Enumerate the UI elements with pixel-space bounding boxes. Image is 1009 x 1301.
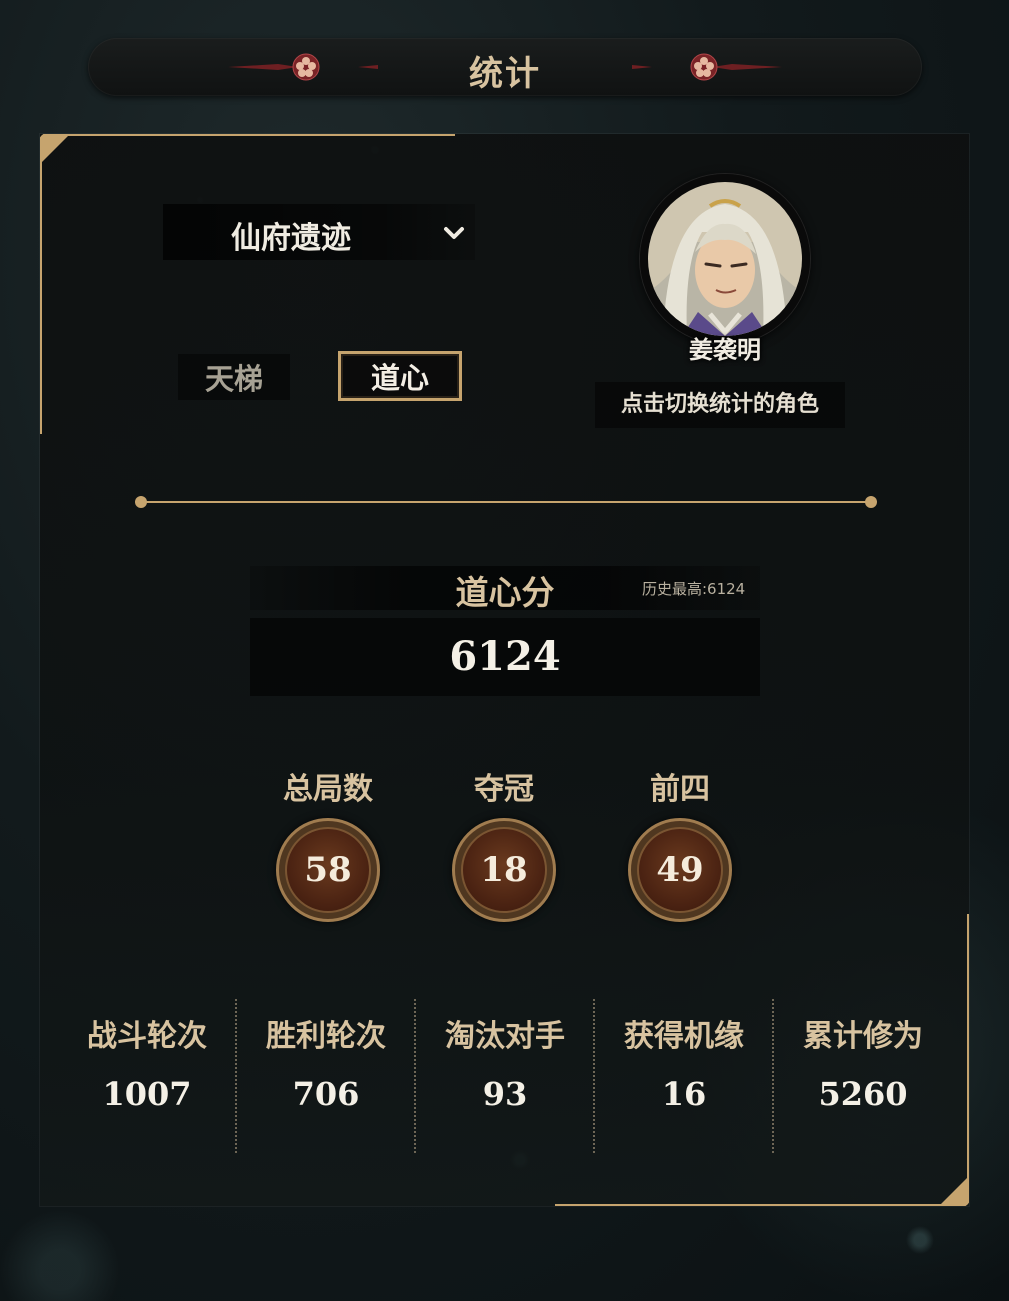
score-value: 6124 — [250, 618, 760, 696]
detail-stats-row: 战斗轮次 1007 胜利轮次 706 淘汰对手 93 获得机缘 16 累计修为 … — [58, 999, 958, 1159]
stat-label: 淘汰对手 — [445, 1019, 565, 1054]
score-header: 道心分 历史最高:6124 — [250, 566, 760, 612]
stat-battle-rounds: 战斗轮次 1007 — [58, 999, 236, 1159]
section-divider — [135, 496, 877, 508]
stat-label: 胜利轮次 — [266, 1019, 386, 1054]
stat-opportunities: 获得机缘 16 — [595, 999, 773, 1159]
stat-label: 获得机缘 — [624, 1019, 744, 1054]
stat-value-orb: 49 — [628, 818, 732, 922]
mode-dropdown[interactable]: 仙府遗迹 — [163, 204, 475, 260]
page-title: 统计 — [469, 54, 541, 94]
character-portrait — [648, 182, 802, 336]
stat-top-four: 前四 49 — [600, 764, 760, 922]
stat-label: 夺冠 — [474, 772, 534, 807]
stat-total-games: 总局数 58 — [248, 764, 408, 922]
score-best-record: 历史最高:6124 — [642, 580, 746, 598]
stat-value: 93 — [482, 1075, 528, 1113]
character-avatar[interactable] — [640, 174, 810, 344]
stat-value-orb: 18 — [452, 818, 556, 922]
tab-ladder[interactable]: 天梯 — [178, 354, 290, 400]
title-bar: 统计 — [88, 38, 922, 96]
stat-value: 5260 — [818, 1075, 908, 1113]
tab-daoxin[interactable]: 道心 — [338, 351, 462, 401]
stat-value-orb: 58 — [276, 818, 380, 922]
stat-label: 累计修为 — [803, 1019, 923, 1054]
chevron-down-icon — [444, 227, 464, 239]
stat-championships: 夺冠 18 — [424, 764, 584, 922]
switch-character-hint[interactable]: 点击切换统计的角色 — [595, 382, 845, 428]
stat-value: 16 — [661, 1075, 707, 1113]
stat-eliminated-opponents: 淘汰对手 93 — [416, 999, 594, 1159]
stat-value: 706 — [292, 1075, 360, 1113]
stat-label: 前四 — [650, 772, 710, 807]
mode-dropdown-value: 仙府遗迹 — [231, 221, 351, 256]
stats-panel: 仙府遗迹 天梯 道心 姜袭明 点击切换统计的角色 道心分 历史最高:6124 6… — [40, 134, 969, 1206]
stat-cultivation: 累计修为 5260 — [774, 999, 952, 1159]
stat-win-rounds: 胜利轮次 706 — [237, 999, 415, 1159]
stat-label: 总局数 — [283, 772, 373, 807]
stat-label: 战斗轮次 — [87, 1019, 207, 1054]
character-name: 姜袭明 — [689, 336, 761, 364]
flower-ornament-icon — [632, 53, 782, 81]
stat-value: 1007 — [102, 1075, 192, 1113]
